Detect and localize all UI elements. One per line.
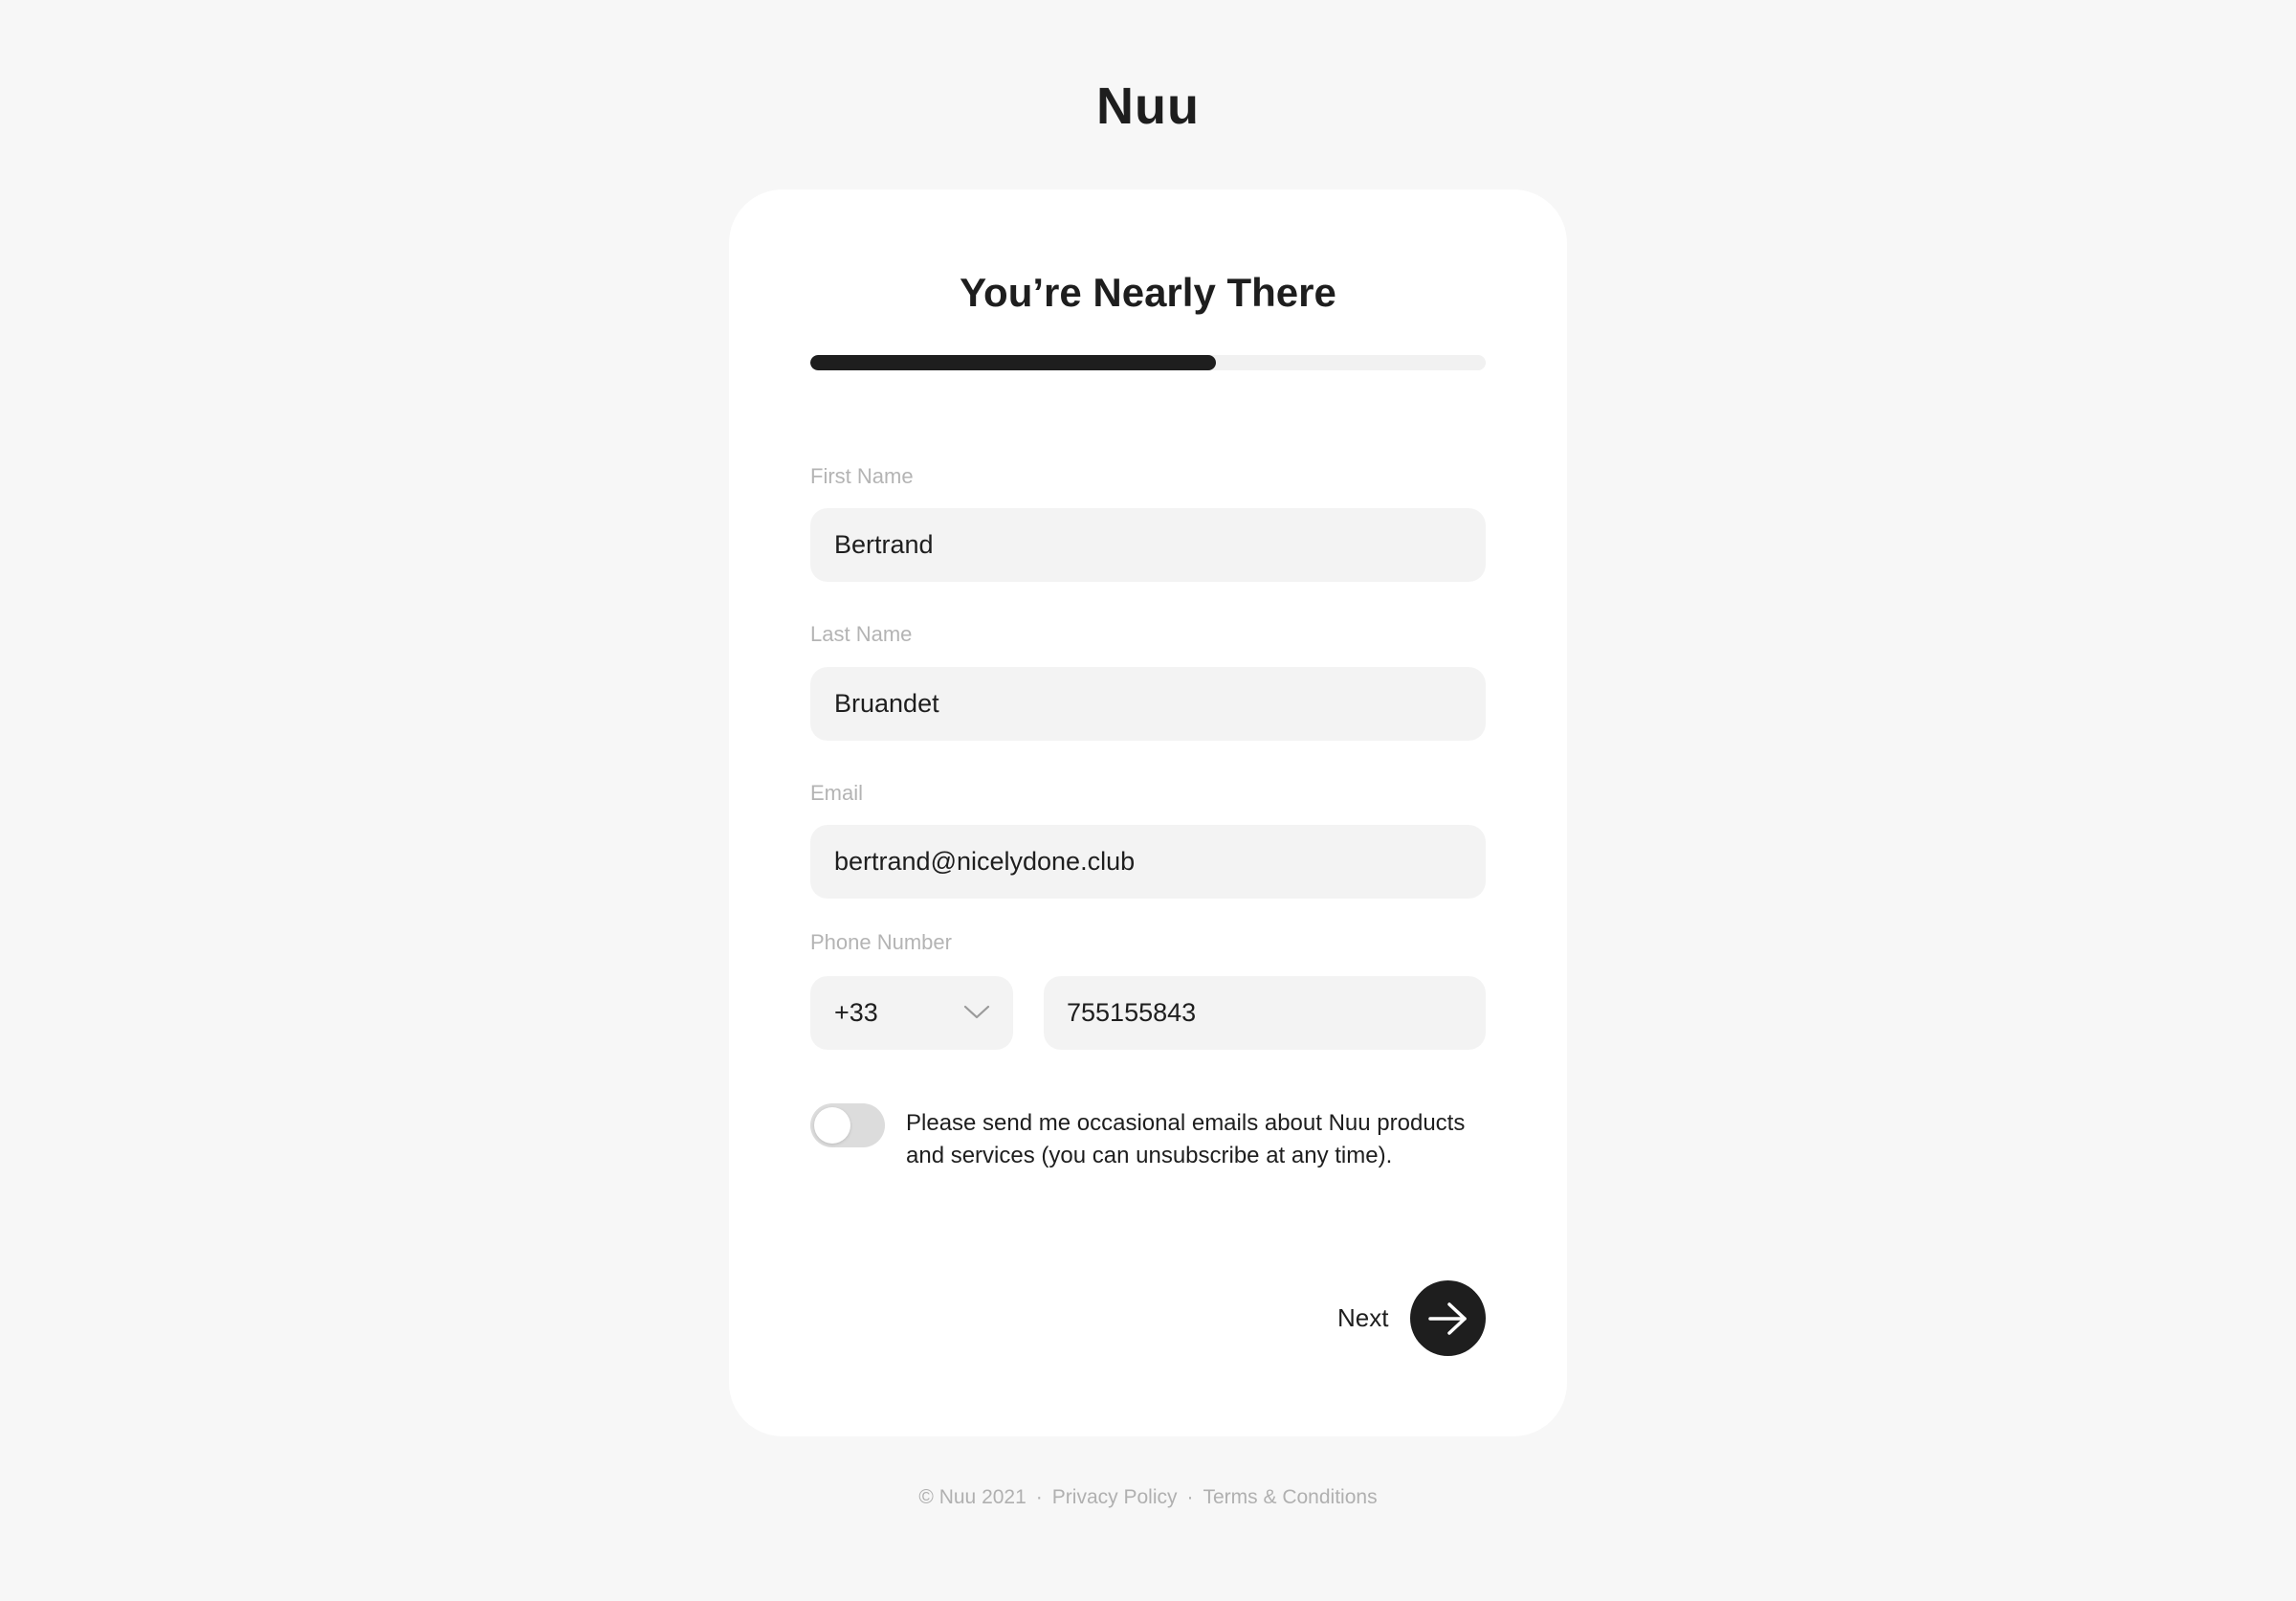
first-name-value: Bertrand — [834, 530, 934, 559]
terms-link[interactable]: Terms & Conditions — [1203, 1486, 1378, 1508]
last-name-value: Bruandet — [834, 689, 939, 718]
progress-bar — [810, 355, 1486, 370]
phone-number-input[interactable]: 755155843 — [1044, 976, 1486, 1050]
card-title: You’re Nearly There — [960, 270, 1336, 315]
privacy-policy-link[interactable]: Privacy Policy — [1052, 1486, 1178, 1508]
last-name-label: Last Name — [810, 622, 913, 646]
email-consent-toggle[interactable] — [810, 1103, 885, 1147]
email-label: Email — [810, 781, 864, 805]
country-code-value: +33 — [834, 998, 878, 1027]
footer-separator: · — [1186, 1486, 1194, 1508]
toggle-knob — [814, 1107, 850, 1144]
phone-label: Phone Number — [810, 930, 952, 954]
first-name-input[interactable]: Bertrand — [810, 508, 1486, 582]
last-name-input[interactable]: Bruandet — [810, 667, 1486, 741]
first-name-label: First Name — [810, 464, 914, 488]
progress-fill — [810, 355, 1216, 370]
phone-number-value: 755155843 — [1067, 998, 1197, 1027]
email-consent-text: Please send me occasional emails about N… — [906, 1110, 1466, 1168]
country-code-select[interactable]: +33 — [810, 976, 1013, 1050]
next-label[interactable]: Next — [1337, 1303, 1388, 1333]
footer-copyright: © Nuu 2021 — [918, 1486, 1027, 1508]
signup-card — [729, 189, 1567, 1436]
next-button[interactable] — [1410, 1280, 1486, 1356]
footer: © Nuu 2021 · Privacy Policy · Terms & Condit… — [0, 1486, 2296, 1509]
chevron-down-icon — [963, 1005, 990, 1019]
footer-separator: · — [1035, 1486, 1043, 1508]
arrow-right-icon — [1427, 1301, 1467, 1335]
brand-logo: Nuu — [1096, 78, 1200, 135]
email-input[interactable]: bertrand@nicelydone.club — [810, 825, 1486, 899]
email-value: bertrand@nicelydone.club — [834, 847, 1136, 876]
